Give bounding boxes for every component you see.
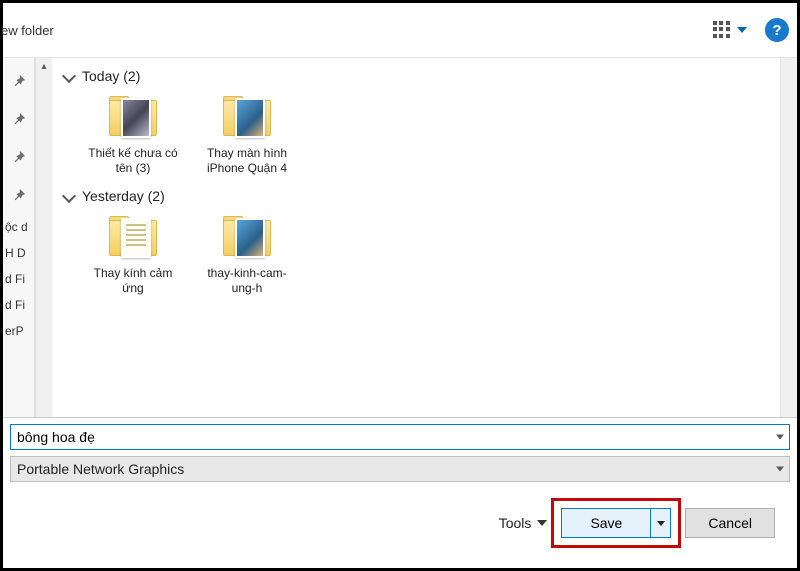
group-header[interactable]: Today (2) xyxy=(64,68,768,84)
filetype-select[interactable]: Portable Network Graphics xyxy=(10,456,790,482)
filename-input[interactable] xyxy=(10,424,790,450)
sidebar-item-label[interactable]: d Fi xyxy=(3,292,34,318)
save-button[interactable]: Save xyxy=(561,508,671,538)
folder-item[interactable]: Thiết kế chưa có tên (3) xyxy=(88,94,178,176)
folder-label: Thay kính cảm ứng xyxy=(88,266,178,296)
cancel-label: Cancel xyxy=(708,515,752,531)
help-icon[interactable]: ? xyxy=(765,18,789,42)
folder-icon xyxy=(219,214,275,260)
folder-label: Thiết kế chưa có tên (3) xyxy=(88,146,178,176)
folder-item[interactable]: thay-kinh-cam-ung-h xyxy=(202,214,292,296)
folder-label: thay-kinh-cam-ung-h xyxy=(202,266,292,296)
content-scrollbar[interactable] xyxy=(780,58,797,417)
filetype-label: Portable Network Graphics xyxy=(17,461,184,477)
scroll-up-icon[interactable]: ▴ xyxy=(36,58,52,75)
chevron-down-icon xyxy=(737,27,747,33)
group-header[interactable]: Yesterday (2) xyxy=(64,188,768,204)
folder-label: Thay màn hình iPhone Quận 4 xyxy=(202,146,292,176)
group-label: Yesterday (2) xyxy=(82,188,165,204)
sidebar-scrollbar[interactable]: ▴ xyxy=(35,58,52,417)
toolbar: ew folder ? xyxy=(3,3,797,58)
group-today: Today (2) Thiết kế chưa có tên (3) Thay … xyxy=(64,68,768,176)
chevron-down-icon xyxy=(62,69,76,83)
grid-icon xyxy=(713,21,731,39)
pin-icon xyxy=(12,112,26,126)
filetype-row: Portable Network Graphics xyxy=(3,454,797,484)
chevron-down-icon xyxy=(537,520,547,526)
group-label: Today (2) xyxy=(82,68,140,84)
view-mode-button[interactable] xyxy=(713,21,747,39)
tools-label: Tools xyxy=(499,515,532,531)
save-label: Save xyxy=(562,515,650,531)
tools-button[interactable]: Tools xyxy=(499,515,548,531)
cancel-button[interactable]: Cancel xyxy=(685,508,775,538)
sidebar-item-label[interactable]: H D xyxy=(3,240,34,266)
sidebar-item-label[interactable]: d Fi xyxy=(3,266,34,292)
folder-icon xyxy=(219,94,275,140)
sidebar-item-label[interactable]: erP xyxy=(3,318,34,344)
pin-icon xyxy=(12,74,26,88)
chevron-down-icon xyxy=(657,521,665,526)
folder-item[interactable]: Thay màn hình iPhone Quận 4 xyxy=(202,94,292,176)
nav-sidebar: ộc d H D d Fi d Fi erP xyxy=(3,58,35,417)
folder-icon xyxy=(105,214,161,260)
action-bar: Tools Save Cancel xyxy=(3,484,797,548)
chevron-down-icon[interactable] xyxy=(776,435,784,440)
save-dropdown[interactable] xyxy=(650,509,670,537)
sidebar-item-label[interactable]: ộc d xyxy=(3,214,34,240)
group-yesterday: Yesterday (2) Thay kính cảm ứng thay-kin… xyxy=(64,188,768,296)
chevron-down-icon[interactable] xyxy=(776,467,784,472)
filename-row xyxy=(3,418,797,454)
pin-icon xyxy=(12,188,26,202)
file-browser: Today (2) Thiết kế chưa có tên (3) Thay … xyxy=(52,58,780,417)
folder-item[interactable]: Thay kính cảm ứng xyxy=(88,214,178,296)
new-folder-button[interactable]: ew folder xyxy=(1,23,54,38)
pin-icon xyxy=(12,150,26,164)
chevron-down-icon xyxy=(62,189,76,203)
main-area: ộc d H D d Fi d Fi erP ▴ Today (2) Thiết… xyxy=(3,58,797,418)
folder-icon xyxy=(105,94,161,140)
